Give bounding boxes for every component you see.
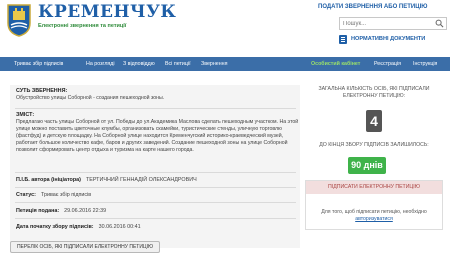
content-text: Предлагаю часть улицы Соборной от ул. По… bbox=[16, 119, 299, 153]
sign-petition-panel: ПІДПИСАТИ ЕЛЕКТРОННУ ПЕТИЦІЮ Для того, щ… bbox=[305, 180, 443, 230]
author-row: П.І.Б. автора (ініціатора) ТЕРТИЧНИЙ ГЕНН… bbox=[16, 177, 197, 185]
sign-petition-heading: ПІДПИСАТИ ЕЛЕКТРОННУ ПЕТИЦІЮ bbox=[306, 181, 442, 194]
divider bbox=[15, 172, 296, 173]
main-navigation: Триває збір підписів На розгляді З відпо… bbox=[0, 57, 450, 71]
divider bbox=[15, 108, 296, 109]
divider bbox=[15, 218, 296, 219]
start-date-label: Дата початку збору підписів: bbox=[16, 224, 94, 230]
search-input[interactable] bbox=[340, 18, 430, 29]
nav-appeals[interactable]: Звернення bbox=[201, 57, 227, 71]
essence-text: Обустройство улицы Соборной - создания п… bbox=[16, 95, 165, 101]
search-box bbox=[339, 17, 447, 30]
divider bbox=[15, 202, 296, 203]
nav-instruction[interactable]: Інструкція bbox=[413, 57, 437, 71]
nav-with-answer[interactable]: З відповіддю bbox=[123, 57, 155, 71]
days-left-label: ДО КІНЦЯ ЗБОРУ ПІДПИСІВ ЗАЛИШИЛОСЬ: bbox=[319, 142, 429, 148]
submitted-label: Петиція подана: bbox=[16, 208, 60, 214]
nav-all-petitions[interactable]: Всі петиції bbox=[165, 57, 191, 71]
site-logo-title[interactable]: КРЕМЕНЧУК bbox=[38, 4, 176, 21]
nav-under-review[interactable]: На розгляді bbox=[86, 57, 115, 71]
status-value: Триває збір підписів bbox=[40, 192, 92, 198]
signers-list-button[interactable]: ПЕРЕЛІК ОСІБ, ЯКІ ПІДПИСАЛИ ЕЛЕКТРОННУ П… bbox=[10, 241, 160, 253]
nav-registration[interactable]: Реєстрація bbox=[374, 57, 401, 71]
content-label: ЗМІСТ: bbox=[16, 112, 35, 118]
signers-count: 4 bbox=[366, 110, 382, 132]
nav-signature-collection[interactable]: Триває збір підписів bbox=[14, 57, 63, 71]
divider bbox=[15, 187, 296, 188]
author-label: П.І.Б. автора (ініціатора) bbox=[16, 177, 81, 183]
site-logo-subtitle: Електронні звернення та петиції bbox=[38, 23, 127, 29]
regulatory-documents-label: НОРМАТИВНІ ДОКУМЕНТИ bbox=[351, 36, 426, 42]
site-header: КРЕМЕНЧУК Електронні звернення та петиці… bbox=[0, 0, 450, 56]
submitted-row: Петиція подана: 29.06.2016 22:39 bbox=[16, 208, 106, 216]
status-row: Статус: Триває збір підписів bbox=[16, 192, 91, 200]
login-link[interactable]: авторизуватися bbox=[355, 216, 393, 222]
days-left-badge: 90 днів bbox=[348, 157, 386, 174]
nav-personal-cabinet[interactable]: Особистий кабінет bbox=[311, 57, 360, 71]
sign-petition-instruction: Для того, щоб підписати петицію, необхід… bbox=[321, 209, 427, 215]
essence-label: СУТЬ ЗВЕРНЕННЯ: bbox=[16, 88, 68, 94]
search-icon[interactable] bbox=[435, 19, 444, 28]
start-date-value: 30.06.2016 00:41 bbox=[98, 224, 141, 230]
status-label: Статус: bbox=[16, 192, 36, 198]
submitted-value: 29.06.2016 22:39 bbox=[64, 208, 107, 214]
signers-count-label: ЗАГАЛЬНА КІЛЬКІСТЬ ОСІБ, ЯКІ ПІДПИСАЛИ Е… bbox=[318, 86, 430, 99]
submit-petition-link[interactable]: ПОДАТИ ЗВЕРНЕННЯ АБО ПЕТИЦІЮ bbox=[318, 4, 427, 10]
sign-petition-text: Для того, щоб підписати петицію, необхід… bbox=[312, 209, 436, 223]
city-emblem-icon[interactable] bbox=[6, 3, 32, 37]
author-value: ТЕРТИЧНИЙ ГЕННАДІЙ ОЛЕКСАНДРОВИЧ bbox=[85, 177, 197, 183]
document-icon bbox=[339, 35, 347, 44]
start-date-row: Дата початку збору підписів: 30.06.2016 0… bbox=[16, 224, 141, 232]
